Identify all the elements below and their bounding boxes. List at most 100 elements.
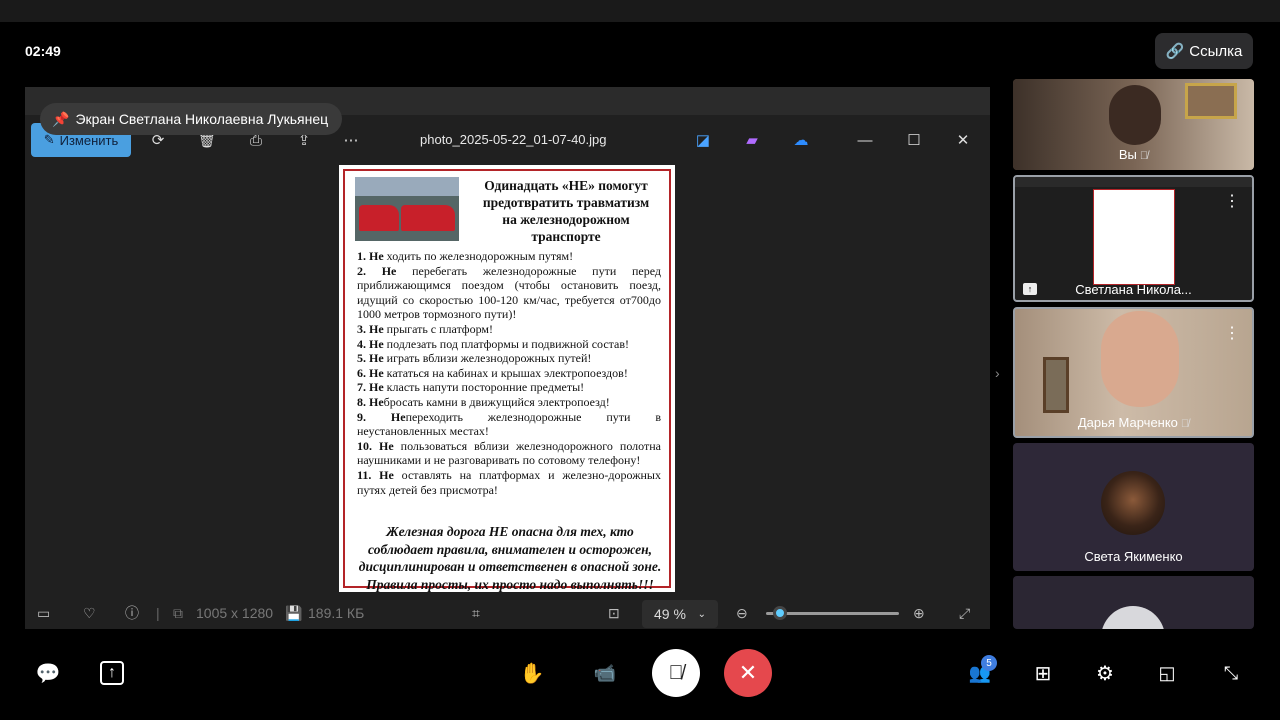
poster-rule-keyword: Не [379,467,394,482]
poster-rule: 5. Не играть вблизи железнодорожных путе… [357,351,661,366]
participant-name: Света Якименко [1084,549,1183,564]
share-screen-icon[interactable]: ↑ [100,661,124,685]
poster-rule-keyword: Не [369,351,384,366]
maximize-icon[interactable]: ☐ [904,130,924,150]
poster-rule-number: 4. [357,336,366,351]
poster-footer-line: Правила просты, их просто надо выполнять… [366,576,654,592]
camera-icon[interactable]: 📹 [592,661,618,685]
participant-name-text: Дарья Марченко [1077,415,1178,430]
participant-name: Вы 🎙̸ [1013,147,1254,162]
poster-rules-list: 1. Не ходить по железнодорожным путям! 2.… [357,249,661,497]
poster-rule-keyword: Не [390,409,406,424]
participant-tile-darya[interactable]: Дарья Марченко 🎙̸ ⋮ [1013,307,1254,438]
zoom-slider[interactable] [766,606,899,620]
participant-name: Светлана Никола... [1075,282,1192,297]
photo-image: Одинадцать «НЕ» помогут предотвратить тр… [339,165,675,592]
exit-fullscreen-icon[interactable]: ⤡ [1219,661,1243,685]
poster-rule-number: 5. [357,351,366,366]
poster-rule-keyword: Не [369,365,384,380]
poster-rule-text: кататься на кабинах и крышах электропоез… [383,365,628,380]
train-locomotive [401,205,455,231]
participant-tile-self[interactable]: Вы 🎙̸ [1013,79,1254,170]
poster-title-line: на железнодорожном [502,212,630,227]
favorite-icon[interactable]: ♡ [83,597,96,629]
link-icon: 🔗 [1165,43,1185,60]
settings-icon[interactable]: ⚙ [1093,661,1117,685]
wall-picture [1185,83,1237,119]
poster-footer-line: Железная дорога НЕ опасна для тех, кто [386,524,634,539]
copy-link-button[interactable]: 🔗 Ссылка [1155,33,1253,69]
separator: | [156,605,160,621]
poster-footer: Железная дорога НЕ опасна для тех, кто с… [353,523,667,593]
actual-size-icon[interactable]: ⊡ [608,597,620,629]
zoom-select[interactable]: 49 % ⌄ [642,600,718,628]
screen-share-owner: Экран Светлана Николаевна Лукьянец [75,111,329,127]
mic-off-icon: 🎙̸ [1139,150,1149,162]
more-options-icon[interactable]: ⋮ [1224,191,1240,211]
participant-tile-screen[interactable]: ↑ Светлана Никола... ⋮ [1013,175,1254,302]
participant-tile-sveta[interactable]: Света Якименко [1013,443,1254,571]
poster-rule-keyword: Не [369,249,384,263]
chevron-down-icon: ⌄ [697,608,706,620]
poster-rule-keyword: Не [369,321,384,336]
more-options-icon[interactable]: ⋮ [1224,323,1240,343]
poster-rule-number: 6. [357,365,366,380]
poster-rule-number: 9. [357,409,366,424]
filmstrip-icon[interactable]: ▭ [37,597,50,629]
zoom-in-icon[interactable]: ⊕ [913,597,925,629]
participants-count-badge: 5 [981,655,997,671]
poster-rule: 6. Не кататься на кабинах и крышах элект… [357,366,661,381]
zoom-out-icon[interactable]: ⊖ [736,597,748,629]
poster-rule-text: ходить по железнодорожным путям! [383,249,574,263]
train-car [359,205,399,231]
zoom-slider-thumb[interactable] [773,606,787,620]
poster-rule-keyword: Не [369,380,384,395]
onedrive-icon[interactable]: ☁ [791,130,811,150]
poster-rule: 3. Не прыгать с платформ! [357,322,661,337]
info-icon[interactable]: ⓘ [125,597,139,629]
poster-rule-number: 11. [357,467,372,482]
clipchamp-icon[interactable]: ▰ [742,130,762,150]
poster-rule: 11. Не оставлять на платформах и железно… [357,468,661,497]
poster-title: Одинадцать «НЕ» помогут предотвратить тр… [461,177,671,245]
image-dimensions: 1005 x 1280 [196,605,274,621]
poster-rule-number: 1. [357,249,366,263]
participant-silhouette [1109,85,1161,145]
poster-rule-text: играть вблизи железнодорожных путей! [383,351,592,366]
scan-icon[interactable]: ⌗ [472,597,480,629]
raise-hand-icon[interactable]: ✋ [520,661,545,685]
grid-layout-icon[interactable]: ⊞ [1031,661,1055,685]
close-icon[interactable]: ✕ [953,130,973,150]
mini-toolbar [1015,177,1252,187]
call-timer: 02:49 [25,43,61,59]
wall-picture [1043,357,1069,413]
chat-icon[interactable]: 💬 [36,661,61,685]
more-icon[interactable]: ⋯ [341,130,361,150]
pin-icon: 📌 [52,110,70,127]
copy-link-label: Ссылка [1189,42,1243,60]
participant-tile-extra[interactable] [1013,576,1254,629]
pip-icon[interactable]: ◱ [1155,661,1179,685]
poster-rule-number: 3. [357,321,366,336]
poster-rule-keyword: Не [369,336,384,351]
participant-face [1101,311,1179,407]
designer-icon[interactable]: ◪ [693,130,713,150]
minimize-icon[interactable]: — [855,130,875,150]
poster-footer-line: соблюдает правила, внимателен и остороже… [368,541,652,557]
screen-share-label: 📌 Экран Светлана Николаевна Лукьянец [40,103,343,135]
poster-rule-text: пользоваться вблизи железнодорожного пол… [357,438,661,468]
poster-rule-keyword: Не [379,438,394,453]
end-call-button[interactable]: ✕ [724,649,772,697]
fullscreen-icon[interactable]: ⤢ [959,597,970,629]
poster-rule-text: бросать камни в движущийся электропоезд! [383,394,610,409]
dimensions-icon: ⧉ [173,604,183,621]
microphone-toggle[interactable]: 🎙̸ [652,649,700,697]
top-bar [0,0,1280,22]
poster-rule-text: оставлять на платформах и железно-дорожн… [357,467,661,497]
poster-rule: 7. Не класть напути посторонние предметы… [357,380,661,395]
participant-name: Дарья Марченко 🎙̸ [1015,415,1252,430]
chevron-right-icon[interactable]: › [995,365,1000,381]
zoom-value: 49 % [654,606,686,622]
poster-rule: 4. Не подлезать под платформы и подвижно… [357,337,661,352]
poster-rule-number: 8. [357,394,366,409]
